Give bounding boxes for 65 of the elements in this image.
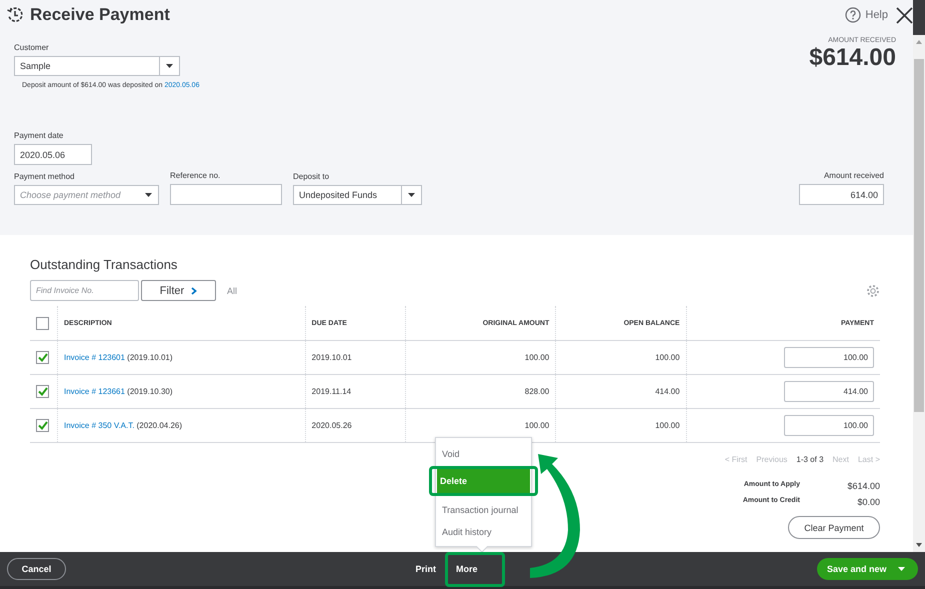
table-cell: Invoice # 123661 (2019.10.30) xyxy=(64,387,173,396)
save-button[interactable]: Save and new xyxy=(817,558,918,580)
cancel-button[interactable]: Cancel xyxy=(7,558,66,580)
filter-value: All xyxy=(227,286,238,296)
invoice-link[interactable]: Invoice # 123661 xyxy=(64,387,125,396)
field-label: Payment date xyxy=(14,131,64,140)
caret-icon xyxy=(898,567,905,571)
field-label: Deposit to xyxy=(293,172,330,181)
caret-icon xyxy=(408,193,415,197)
close-button[interactable] xyxy=(896,6,913,24)
customer-dropdown[interactable]: Sample xyxy=(14,56,180,76)
arrow-up-icon[interactable] xyxy=(916,40,922,44)
table-cell: 100.00 xyxy=(655,353,680,362)
table-cell: 100.00 xyxy=(655,421,680,430)
table-cell: 100.00 xyxy=(524,421,550,430)
payment-field[interactable]: 100.00 xyxy=(784,415,874,436)
checkbox[interactable] xyxy=(36,419,49,432)
total-value: $0.00 xyxy=(856,497,880,507)
invoice-link[interactable]: Invoice # 123601 xyxy=(64,353,125,362)
total-value: $614.00 xyxy=(846,481,880,491)
menu-item[interactable]: Audit history xyxy=(436,521,531,543)
menu-item[interactable]: Transaction journal xyxy=(436,499,531,521)
table-cell: 2019.10.01 xyxy=(312,353,352,362)
amount-field[interactable]: 614.00 xyxy=(799,184,884,205)
table-cell: 828.00 xyxy=(524,387,550,396)
window-title: Receive Payment xyxy=(30,5,170,25)
table-cell: 100.00 xyxy=(524,353,550,362)
checkbox[interactable] xyxy=(36,316,49,330)
help-icon[interactable] xyxy=(845,7,862,23)
caret-icon xyxy=(145,193,152,197)
amount-total: $614.00 xyxy=(809,44,896,72)
checkbox[interactable] xyxy=(36,351,49,364)
deposit-dropdown[interactable]: Undeposited Funds xyxy=(293,185,422,205)
field-label: Reference no. xyxy=(170,171,222,180)
search-field[interactable]: Find Invoice No. xyxy=(30,280,139,301)
payment-method-dropdown[interactable]: Choose payment method xyxy=(14,185,159,205)
table-cell: 2020.05.26 xyxy=(312,421,352,430)
page-range: 1-3 of 3 xyxy=(796,455,824,464)
help-link[interactable]: Help xyxy=(865,9,888,21)
table-cell: Invoice # 123601 (2019.10.01) xyxy=(64,353,173,362)
table-cell: 2019.11.14 xyxy=(312,387,352,396)
field-label: Payment method xyxy=(14,172,76,181)
print-button[interactable]: Print xyxy=(415,564,436,574)
arrow-down-icon[interactable] xyxy=(916,543,922,547)
chevron-icon xyxy=(191,286,198,294)
field-label: Customer xyxy=(14,43,50,52)
history-icon xyxy=(6,6,24,24)
section-title: Outstanding Transactions xyxy=(30,257,178,272)
field-label: Amount received xyxy=(824,171,884,180)
clear-payment-button[interactable]: Clear Payment xyxy=(788,516,880,539)
invoice-link[interactable]: Invoice # 350 V.A.T. xyxy=(64,421,134,430)
menu-item[interactable]: Delete xyxy=(437,469,530,493)
menu-item[interactable]: Void xyxy=(436,443,531,465)
more-button[interactable]: More xyxy=(448,554,502,584)
payment-field[interactable]: 100.00 xyxy=(784,347,874,368)
caret-icon xyxy=(166,64,173,68)
date-field[interactable]: 2020.05.06 xyxy=(14,144,92,165)
scrollbar[interactable] xyxy=(913,35,925,552)
reference-field[interactable] xyxy=(170,184,282,205)
table-cell: 414.00 xyxy=(655,387,680,396)
payment-field[interactable]: 414.00 xyxy=(784,381,874,402)
settings-icon[interactable] xyxy=(866,284,880,298)
checkbox[interactable] xyxy=(36,385,49,398)
table-cell: Invoice # 350 V.A.T. (2020.04.26) xyxy=(64,421,182,430)
filter-button[interactable]: Filter xyxy=(141,280,216,301)
